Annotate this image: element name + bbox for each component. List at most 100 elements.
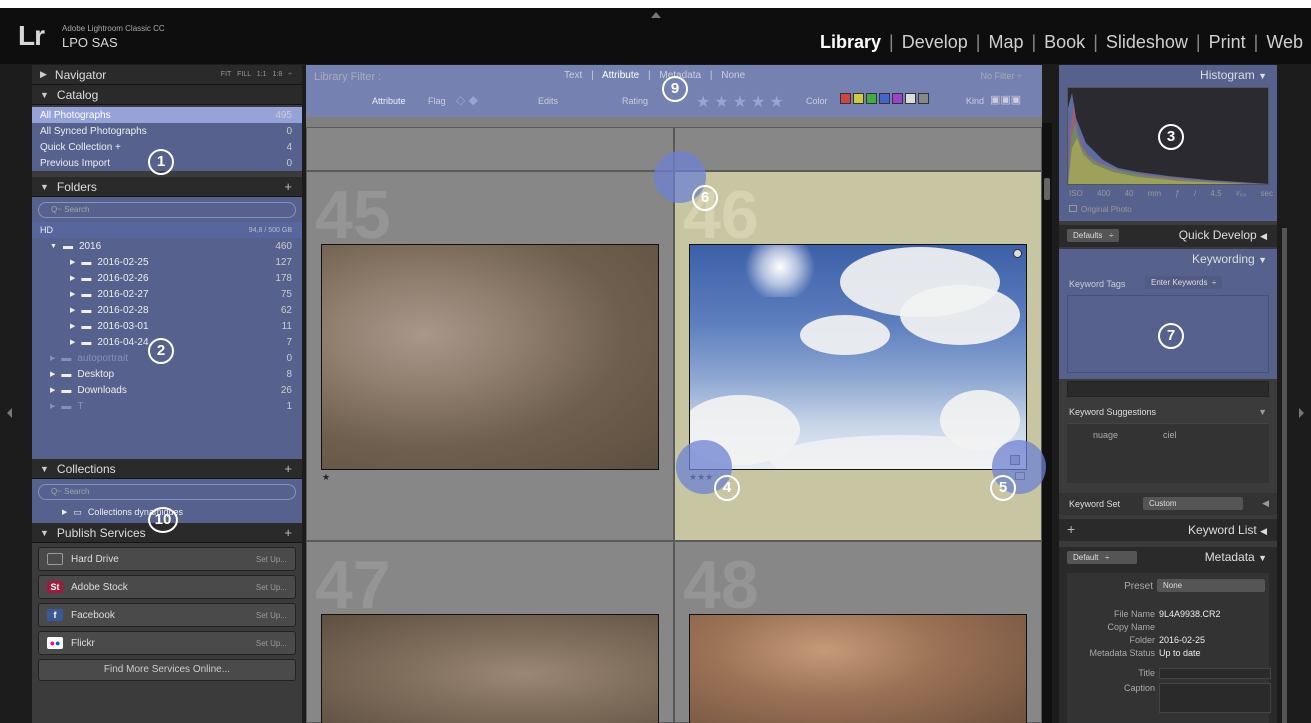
- folder-expand-icon[interactable]: ▶: [70, 306, 75, 314]
- color-swatch-green[interactable]: [866, 93, 877, 105]
- folders-search-input[interactable]: Q~ Search: [38, 202, 296, 218]
- field-value[interactable]: 9L4A9938.CR2: [1159, 609, 1221, 619]
- caption-input[interactable]: [1159, 683, 1271, 713]
- catalog-item-all-photographs[interactable]: All Photographs 495: [32, 107, 302, 123]
- folder-expand-icon[interactable]: ▶: [70, 322, 75, 330]
- title-input[interactable]: [1159, 668, 1271, 679]
- quick-develop-preset-dropdown[interactable]: Defaults ÷: [1067, 229, 1120, 242]
- module-library[interactable]: Library: [818, 32, 883, 52]
- module-book[interactable]: Book: [1042, 32, 1087, 52]
- collections-header[interactable]: ▼ Collections +: [32, 459, 302, 479]
- grid-scrollbar-thumb[interactable]: [1044, 178, 1050, 200]
- catalog-item-all-synced[interactable]: All Synced Photographs 0: [32, 123, 302, 139]
- right-panel-scrollbar[interactable]: [1282, 228, 1287, 723]
- filter-tab-none[interactable]: None: [721, 70, 745, 81]
- photo-thumbnail[interactable]: [689, 244, 1027, 470]
- color-swatch-purple[interactable]: [892, 93, 903, 105]
- collections-search-input[interactable]: Q~ Search: [38, 484, 296, 500]
- folder-expand-icon[interactable]: ▶: [70, 274, 75, 282]
- collapse-triangle-icon[interactable]: ▼: [1258, 407, 1267, 417]
- collapse-right-arrow-icon[interactable]: [1299, 408, 1304, 418]
- folder-item[interactable]: ▶ ▬ Downloads 26: [32, 382, 302, 398]
- keyword-input[interactable]: [1067, 381, 1269, 397]
- field-value[interactable]: Up to date: [1159, 648, 1201, 658]
- navigator-zoom-options[interactable]: FIT FILL 1:1 1:8 ÷: [221, 71, 292, 78]
- folder-expand-icon[interactable]: ▼: [50, 243, 57, 250]
- add-publish-service-icon[interactable]: +: [284, 525, 292, 540]
- filter-tab-text[interactable]: Text: [564, 70, 582, 81]
- module-slideshow[interactable]: Slideshow: [1104, 32, 1190, 52]
- quick-collection-marker-icon[interactable]: [1013, 249, 1022, 258]
- module-map[interactable]: Map: [986, 32, 1025, 52]
- metadata-preset-dropdown[interactable]: None: [1157, 579, 1265, 592]
- quick-develop-header[interactable]: Defaults ÷ Quick Develop ◀: [1059, 225, 1277, 247]
- grid-scrollbar[interactable]: [1042, 123, 1052, 723]
- publish-service-adobe-stock[interactable]: St Adobe Stock Set Up...: [38, 575, 296, 599]
- setup-link[interactable]: Set Up...: [256, 639, 287, 648]
- folder-item[interactable]: ▶ ▬ 2016-02-28 62: [32, 302, 302, 318]
- module-print[interactable]: Print: [1207, 32, 1248, 52]
- collection-expand-icon[interactable]: ▶: [62, 508, 67, 516]
- suggestion-keyword[interactable]: ciel: [1163, 430, 1177, 440]
- folder-expand-icon[interactable]: ▶: [70, 338, 75, 346]
- folder-item[interactable]: ▶ ▬ 2016-02-26 178: [32, 270, 302, 286]
- grid-cell[interactable]: 48: [674, 541, 1042, 723]
- rating-filter-stars[interactable]: ★★★★★: [696, 92, 788, 112]
- photo-thumbnail[interactable]: [689, 614, 1027, 723]
- folder-item[interactable]: ▶ ▬ T 1: [32, 398, 302, 414]
- folder-expand-icon[interactable]: ▶: [70, 258, 75, 266]
- original-photo-toggle[interactable]: Original Photo: [1069, 205, 1132, 214]
- module-develop[interactable]: Develop: [900, 32, 970, 52]
- histogram-header[interactable]: Histogram ▼: [1059, 65, 1277, 85]
- color-swatch-red[interactable]: [840, 93, 851, 105]
- volume-hd[interactable]: HD 94,8 / 500 GB: [32, 222, 302, 238]
- navigator-header[interactable]: ▶ Navigator FIT FILL 1:1 1:8 ÷: [32, 65, 302, 85]
- module-web[interactable]: Web: [1264, 32, 1305, 52]
- color-swatch-other[interactable]: [918, 93, 929, 105]
- kind-filter-icons[interactable]: ▣▣▣: [990, 93, 1021, 106]
- folder-expand-icon[interactable]: ▶: [50, 370, 55, 378]
- folder-item[interactable]: ▶ ▬ 2016-03-01 11: [32, 318, 302, 334]
- add-folder-icon[interactable]: +: [284, 179, 292, 194]
- keyword-list-header[interactable]: + Keyword List ◀: [1059, 519, 1277, 541]
- color-filter-swatches[interactable]: [840, 93, 931, 105]
- keyword-tags-dropdown[interactable]: Enter Keywords ÷: [1145, 276, 1223, 289]
- photo-thumbnail[interactable]: [321, 614, 659, 723]
- expand-triangle-icon[interactable]: ◀: [1262, 498, 1269, 509]
- folder-expand-icon[interactable]: ▶: [70, 290, 75, 298]
- cell-rating-stars[interactable]: ★: [322, 472, 330, 483]
- folder-expand-icon[interactable]: ▶: [50, 354, 55, 362]
- color-swatch-blue[interactable]: [879, 93, 890, 105]
- keywording-header[interactable]: Keywording ▼: [1059, 249, 1277, 269]
- publish-service-flickr[interactable]: ● ● Flickr Set Up...: [38, 631, 296, 655]
- suggestion-keyword[interactable]: nuage: [1093, 430, 1118, 440]
- grid-cell-previous-row[interactable]: [674, 127, 1042, 171]
- checkbox-icon[interactable]: [1069, 205, 1077, 212]
- catalog-header[interactable]: ▼ Catalog: [32, 85, 302, 105]
- color-swatch-none[interactable]: [905, 93, 916, 105]
- folders-header[interactable]: ▼ Folders +: [32, 177, 302, 197]
- filter-tab-attribute[interactable]: Attribute: [602, 70, 639, 81]
- setup-link[interactable]: Set Up...: [256, 583, 287, 592]
- grid-cell-previous-row[interactable]: [306, 127, 674, 171]
- collapse-left-arrow-icon[interactable]: [7, 408, 12, 418]
- publish-service-facebook[interactable]: f Facebook Set Up...: [38, 603, 296, 627]
- add-keyword-icon[interactable]: +: [1067, 521, 1075, 537]
- collapse-top-arrow-icon[interactable]: [651, 12, 661, 18]
- folder-expand-icon[interactable]: ▶: [50, 402, 55, 410]
- metadata-view-dropdown[interactable]: Default ÷: [1067, 551, 1137, 564]
- setup-link[interactable]: Set Up...: [256, 611, 287, 620]
- flag-filter-icons[interactable]: ◇ ◆: [456, 93, 478, 107]
- add-collection-icon[interactable]: +: [284, 461, 292, 476]
- photo-thumbnail[interactable]: [321, 244, 659, 470]
- grid-cell[interactable]: 45 ★: [306, 171, 674, 541]
- folder-item[interactable]: ▶ ▬ Desktop 8: [32, 366, 302, 382]
- setup-link[interactable]: Set Up...: [256, 555, 287, 564]
- keyword-set-dropdown[interactable]: Custom: [1143, 497, 1243, 510]
- folder-expand-icon[interactable]: ▶: [50, 386, 55, 394]
- filter-preset-dropdown[interactable]: No Filter ÷: [981, 71, 1022, 81]
- publish-service-hard-drive[interactable]: Hard Drive Set Up...: [38, 547, 296, 571]
- field-value[interactable]: 2016-02-25: [1159, 635, 1205, 645]
- color-swatch-yellow[interactable]: [853, 93, 864, 105]
- folder-item[interactable]: ▶ ▬ 2016-02-25 127: [32, 254, 302, 270]
